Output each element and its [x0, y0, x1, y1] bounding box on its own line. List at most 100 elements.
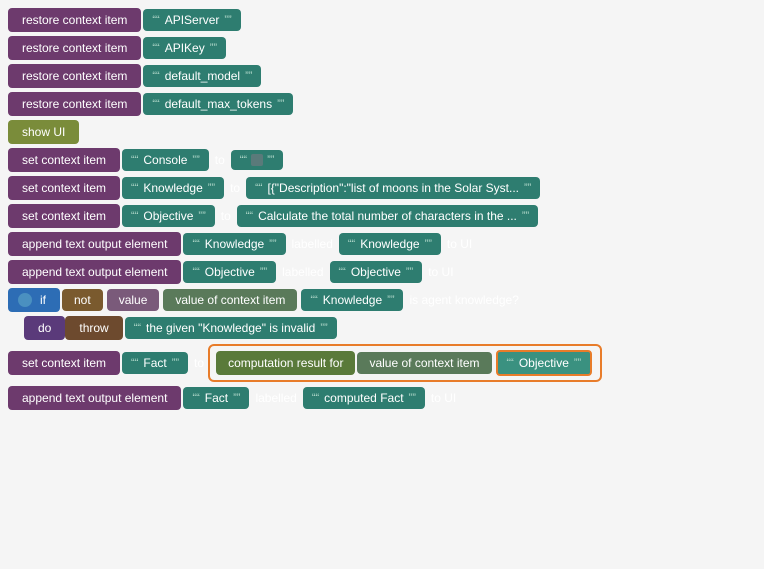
set-objective-block[interactable]: set context item — [8, 204, 120, 228]
defaultmodel-value-block[interactable]: ““ default_model ”” — [143, 65, 261, 87]
restore-label-2: restore context item — [18, 41, 131, 55]
append-objective-key: Objective — [201, 265, 259, 279]
append-objective-key-block[interactable]: ““ Objective ”” — [183, 261, 276, 283]
agent-knowledge-suffix: is agent knowledge? — [405, 293, 522, 307]
close-quote-20: ”” — [409, 392, 416, 404]
open-quote-12: ““ — [348, 238, 355, 250]
set-console-prefix: set context item — [18, 153, 110, 167]
to-ui-connector-3: to UI — [427, 391, 460, 405]
open-quote-11: ““ — [192, 238, 199, 250]
open-quote-5: ““ — [131, 154, 138, 166]
throw-block[interactable]: throw — [65, 316, 122, 340]
set-objective-row: set context item ““ Objective ”” to ““ C… — [8, 204, 756, 228]
throw-message-block[interactable]: ““ the given "Knowledge" is invalid ”” — [125, 317, 337, 339]
append-objective-block[interactable]: append text output element — [8, 260, 181, 284]
set-fact-block[interactable]: set context item — [8, 351, 120, 375]
append-knowledge-key-block[interactable]: ““ Knowledge ”” — [183, 233, 285, 255]
apikey-value: APIKey — [161, 41, 209, 55]
show-ui-label: show UI — [18, 125, 69, 139]
append-fact-key-block[interactable]: ““ Fact ”” — [183, 387, 249, 409]
maxtokens-value-block[interactable]: ““ default_max_tokens ”” — [143, 93, 293, 115]
to-connector-1: to — [211, 153, 229, 167]
knowledge-to-block[interactable]: ““ [{"Description":"list of moons in the… — [246, 177, 540, 199]
value-context-label-2: value of context item — [365, 356, 483, 370]
color-square-icon — [251, 154, 263, 166]
open-quote-3: ““ — [152, 70, 159, 82]
apiserver-value-block[interactable]: ““ APIServer ”” — [143, 9, 240, 31]
open-quote-13: ““ — [192, 266, 199, 278]
append-fact-block[interactable]: append text output element — [8, 386, 181, 410]
append-objective-label-block[interactable]: ““ Objective ”” — [330, 261, 423, 283]
close-quote-4: ”” — [277, 98, 284, 110]
restore-maxtokens-row: restore context item ““ default_max_toke… — [8, 92, 756, 116]
append-knowledge-block[interactable]: append text output element — [8, 232, 181, 256]
if-knowledge-key-block[interactable]: ““ Knowledge ”” — [301, 289, 403, 311]
do-throw-row: do throw ““ the given "Knowledge" is inv… — [8, 316, 756, 340]
open-quote-18: ““ — [507, 357, 514, 369]
close-quote-14: ”” — [406, 266, 413, 278]
close-quote-10: ”” — [522, 210, 529, 222]
maxtokens-value: default_max_tokens — [161, 97, 276, 111]
value-of-context-block[interactable]: value of context item — [163, 289, 297, 311]
append-fact-prefix: append text output element — [18, 391, 171, 405]
close-quote-7: ”” — [208, 182, 215, 194]
not-block[interactable]: not — [62, 289, 103, 311]
append-fact-label: computed Fact — [320, 391, 407, 405]
open-quote-20: ““ — [312, 392, 319, 404]
console-to-block[interactable]: ““ ”” — [231, 150, 284, 170]
if-knowledge-key: Knowledge — [319, 293, 386, 307]
close-quote-18: ”” — [574, 357, 581, 369]
knowledge-key-block[interactable]: ““ Knowledge ”” — [122, 177, 224, 199]
restore-apiserver-block[interactable]: restore context item — [8, 8, 141, 32]
append-knowledge-label-block[interactable]: ““ Knowledge ”” — [339, 233, 441, 255]
objective-orange-block[interactable]: ““ Objective ”” — [496, 350, 593, 376]
open-quote-6: ““ — [240, 154, 247, 166]
set-console-row: set context item ““ Console ”” to ““ ”” — [8, 148, 756, 172]
do-block[interactable]: do — [24, 316, 65, 340]
close-quote-9: ”” — [198, 210, 205, 222]
console-key-block[interactable]: ““ Console ”” — [122, 149, 209, 171]
open-quote-14: ““ — [339, 266, 346, 278]
set-fact-row: set context item ““ Fact ”” to computati… — [8, 344, 756, 382]
objective-orange-value: Objective — [515, 356, 573, 370]
close-quote-3: ”” — [245, 70, 252, 82]
show-ui-block[interactable]: show UI — [8, 120, 79, 144]
gear-if-block[interactable]: if — [8, 288, 60, 312]
defaultmodel-value: default_model — [161, 69, 244, 83]
to-connector-2: to — [226, 181, 244, 195]
apikey-value-block[interactable]: ““ APIKey ”” — [143, 37, 226, 59]
append-fact-label-block[interactable]: ““ computed Fact ”” — [303, 387, 425, 409]
to-ui-connector-1: to UI — [443, 237, 476, 251]
objective-to-block[interactable]: ““ Calculate the total number of charact… — [237, 205, 538, 227]
set-knowledge-block[interactable]: set context item — [8, 176, 120, 200]
restore-apikey-block[interactable]: restore context item — [8, 36, 141, 60]
objective-key-value: Objective — [139, 209, 197, 223]
append-objective-row: append text output element ““ Objective … — [8, 260, 756, 284]
close-quote-6: ”” — [267, 154, 274, 166]
append-knowledge-label: Knowledge — [356, 237, 423, 251]
open-quote-19: ““ — [192, 392, 199, 404]
open-quote-15: ““ — [310, 294, 317, 306]
labelled-connector-2: labelled — [278, 265, 327, 279]
context-label: value of context item — [171, 293, 289, 307]
restore-defaultmodel-block[interactable]: restore context item — [8, 64, 141, 88]
compute-block[interactable]: computation result for — [216, 351, 355, 375]
value-context-block-2[interactable]: value of context item — [357, 352, 491, 374]
close-quote-8: ”” — [524, 182, 531, 194]
close-quote-1: ”” — [224, 14, 231, 26]
objective-to-value: Calculate the total number of characters… — [254, 209, 521, 223]
compute-label: computation result for — [224, 356, 347, 370]
append-fact-key: Fact — [201, 391, 232, 405]
open-quote-16: ““ — [134, 322, 141, 334]
fact-key-block[interactable]: ““ Fact ”” — [122, 352, 188, 374]
open-quote-2: ““ — [152, 42, 159, 54]
throw-message: the given "Knowledge" is invalid — [142, 321, 319, 335]
restore-maxtokens-block[interactable]: restore context item — [8, 92, 141, 116]
append-knowledge-prefix: append text output element — [18, 237, 171, 251]
console-key-value: Console — [139, 153, 191, 167]
objective-key-block[interactable]: ““ Objective ”” — [122, 205, 215, 227]
set-console-block[interactable]: set context item — [8, 148, 120, 172]
value-block[interactable]: value — [107, 289, 160, 311]
if-label: if — [36, 293, 50, 307]
open-quote-8: ““ — [255, 182, 262, 194]
